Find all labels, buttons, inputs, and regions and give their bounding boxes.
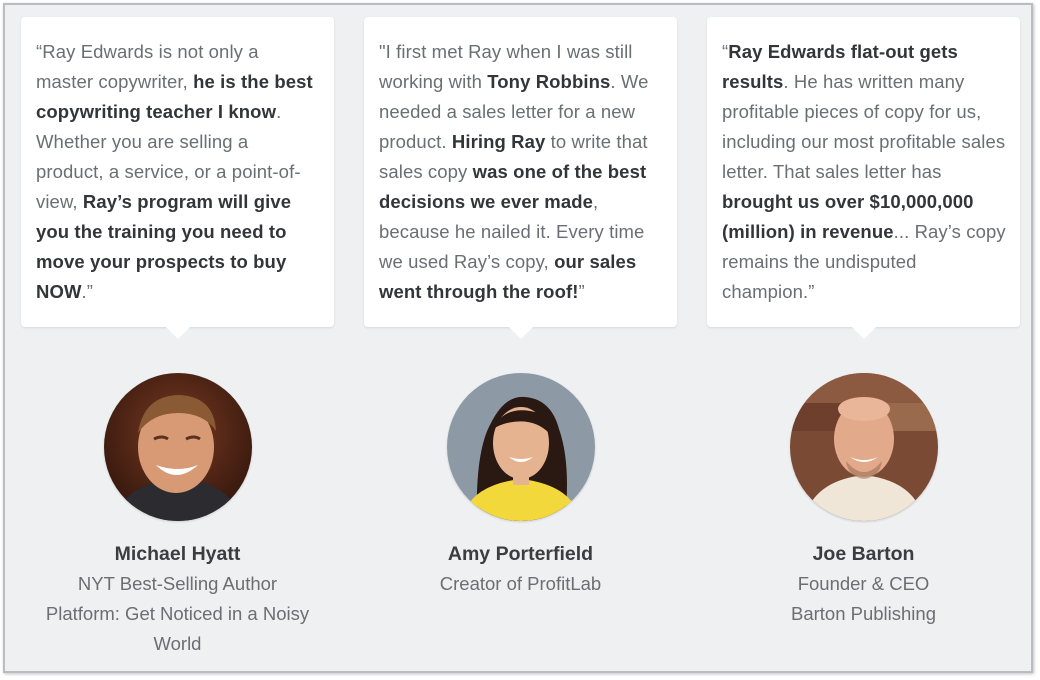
person-name: Michael Hyatt (114, 543, 241, 565)
testimonials-section: “Ray Edwards is not only a master copywr… (3, 3, 1033, 673)
quote-highlight: Tony Robbins (487, 71, 611, 92)
quote-text: “Ray Edwards flat-out gets results. He h… (722, 37, 1006, 307)
quote-card: "I first met Ray when I was still workin… (364, 17, 677, 339)
person-title: Platform: Get Noticed in a Noisy World (45, 603, 310, 654)
testimonial-michael-hyatt: “Ray Edwards is not only a master copywr… (21, 17, 334, 659)
testimonial-joe-barton: “Ray Edwards flat-out gets results. He h… (707, 17, 1020, 629)
testimonial-amy-porterfield: "I first met Ray when I was still workin… (364, 17, 677, 599)
quote-card: “Ray Edwards is not only a master copywr… (21, 17, 334, 339)
quote-text: “Ray Edwards is not only a master copywr… (36, 37, 320, 307)
michael-hyatt-photo (103, 373, 252, 521)
person-name: Amy Porterfield (447, 543, 594, 565)
quote-segment: ” (578, 281, 585, 302)
person-title: Creator of ProfitLab (439, 573, 602, 594)
person-title: NYT Best-Selling Author (77, 573, 278, 594)
avatar (789, 373, 938, 521)
quote-text: "I first met Ray when I was still workin… (379, 37, 663, 307)
quote-segment: .” (81, 281, 94, 302)
person-name: Joe Barton (812, 543, 915, 565)
avatar (103, 373, 252, 521)
amy-porterfield-photo (446, 373, 595, 521)
avatar (446, 373, 595, 521)
joe-barton-photo (789, 373, 938, 521)
person-title: Barton Publishing (790, 603, 936, 624)
quote-highlight: Hiring Ray (451, 131, 546, 152)
person-title: Founder & CEO (797, 573, 930, 594)
quote-card: “Ray Edwards flat-out gets results. He h… (707, 17, 1020, 339)
